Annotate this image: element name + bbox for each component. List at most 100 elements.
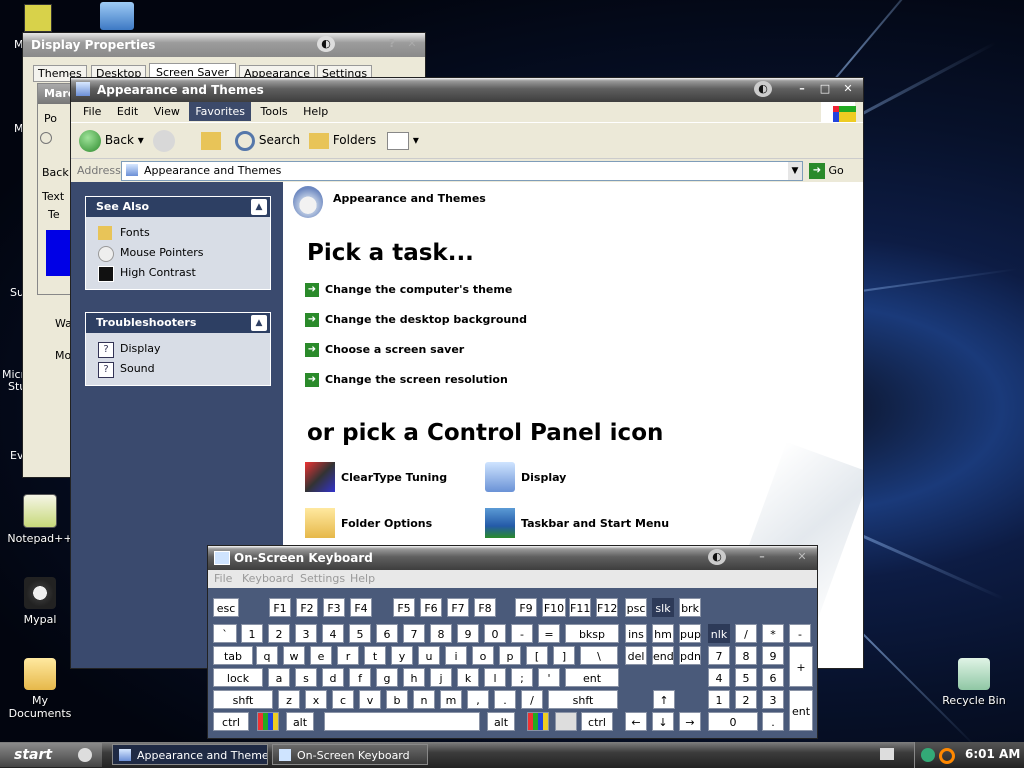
osk-key[interactable]: v [359, 690, 381, 709]
osk-key[interactable]: ] [553, 646, 575, 665]
see-also-header[interactable]: See Also ▲ [86, 197, 270, 217]
osk-key[interactable]: 4 [708, 668, 730, 687]
osk-menu-settings[interactable]: Settings [300, 572, 345, 585]
troubleshooter-sound[interactable]: ? Sound [86, 359, 270, 379]
network-icon[interactable] [921, 748, 935, 762]
osk-key[interactable]: ← [625, 712, 647, 731]
osk-titlebar[interactable]: On-Screen Keyboard ◐ – ✕ [208, 546, 817, 570]
osk-key[interactable]: y [391, 646, 413, 665]
my-computer-icon[interactable] [100, 2, 134, 30]
osk-key[interactable]: 9 [762, 646, 784, 665]
display-properties-titlebar[interactable]: Display Properties ◐ ? ✕ [23, 33, 425, 57]
minimize-button[interactable]: – [753, 549, 771, 565]
keyboard-tray-icon[interactable] [880, 748, 894, 760]
task-change-resolution[interactable]: ➜ Change the screen resolution [305, 372, 508, 388]
cpl-display[interactable]: Display [485, 462, 566, 494]
windows-key-icon[interactable] [527, 712, 549, 731]
go-button[interactable]: ➜ Go [809, 162, 844, 180]
troubleshooter-display[interactable]: ? Display [86, 339, 270, 359]
osk-key[interactable]: → [679, 712, 701, 731]
minimize-globe-icon[interactable]: ◐ [317, 36, 335, 52]
osk-key[interactable]: F4 [350, 598, 372, 617]
close-button[interactable]: ✕ [793, 549, 811, 565]
osk-key[interactable]: 7 [403, 624, 425, 643]
menu-favorites[interactable]: Favorites [189, 102, 252, 121]
chevron-down-icon[interactable]: ▼ [788, 162, 802, 180]
desktop-icon-notepadpp[interactable]: Notepad++ [0, 494, 80, 545]
search-button[interactable]: Search [235, 127, 300, 153]
osk-key[interactable]: g [376, 668, 398, 687]
osk-key[interactable]: ent [565, 668, 619, 687]
osk-key[interactable]: 4 [322, 624, 344, 643]
troubleshooters-header[interactable]: Troubleshooters ▲ [86, 313, 270, 333]
osk-key[interactable]: , [467, 690, 489, 709]
osk-key[interactable]: 1 [241, 624, 263, 643]
osk-spacebar[interactable] [324, 712, 480, 731]
osk-key[interactable]: tab [213, 646, 253, 665]
osk-key[interactable]: F2 [296, 598, 318, 617]
osk-key[interactable]: c [332, 690, 354, 709]
osk-key[interactable]: ; [511, 668, 533, 687]
minimize-button[interactable]: – [793, 81, 811, 97]
osk-key[interactable]: n [413, 690, 435, 709]
osk-key[interactable]: F8 [474, 598, 496, 617]
views-button[interactable]: ▾ [387, 127, 419, 153]
osk-key[interactable]: end [652, 646, 674, 665]
osk-key[interactable]: h [403, 668, 425, 687]
help-button[interactable]: ? [383, 36, 401, 52]
osk-key[interactable]: ' [538, 668, 560, 687]
osk-key[interactable]: u [418, 646, 440, 665]
osk-key[interactable]: pdn [679, 646, 701, 665]
osk-key[interactable]: f [349, 668, 371, 687]
osk-key[interactable]: 8 [735, 646, 757, 665]
cpl-folder-options[interactable]: Folder Options [305, 508, 432, 540]
osk-key[interactable]: 5 [349, 624, 371, 643]
desktop-icon-recycle-bin[interactable]: Recycle Bin [934, 658, 1014, 707]
osk-key[interactable]: a [268, 668, 290, 687]
osk-key[interactable]: p [499, 646, 521, 665]
osk-key[interactable]: shft [548, 690, 618, 709]
osk-key[interactable]: ins [625, 624, 647, 643]
see-also-mouse-pointers[interactable]: Mouse Pointers [86, 243, 270, 263]
osk-key[interactable]: \ [580, 646, 618, 665]
osk-key[interactable]: 6 [762, 668, 784, 687]
osk-key[interactable]: / [735, 624, 757, 643]
osk-key[interactable]: bksp [565, 624, 619, 643]
osk-key[interactable]: 2 [268, 624, 290, 643]
osk-menu-help[interactable]: Help [350, 572, 375, 585]
osk-key[interactable]: 2 [735, 690, 757, 709]
osk-key[interactable]: ent [789, 690, 813, 731]
osk-key[interactable]: b [386, 690, 408, 709]
menu-edit[interactable]: Edit [111, 102, 144, 121]
osk-key[interactable]: F11 [569, 598, 591, 617]
desktop-icon-mypal[interactable]: Mypal [0, 577, 80, 626]
explorer-titlebar[interactable]: Appearance and Themes ◐ – □ ✕ [71, 78, 863, 102]
osk-key[interactable]: m [440, 690, 462, 709]
osk-key[interactable]: = [538, 624, 560, 643]
osk-key[interactable]: lock [213, 668, 263, 687]
task-change-background[interactable]: ➜ Change the desktop background [305, 312, 527, 328]
globe-button-icon[interactable]: ◐ [754, 81, 772, 97]
search-tray-icon[interactable] [939, 748, 955, 764]
osk-key[interactable]: 0 [708, 712, 758, 731]
osk-key[interactable]: . [762, 712, 784, 731]
desktop-icon-my-documents[interactable]: My Documents [0, 658, 80, 720]
osk-key[interactable]: F5 [393, 598, 415, 617]
osk-key[interactable]: x [305, 690, 327, 709]
on-screen-keyboard-window[interactable]: On-Screen Keyboard ◐ – ✕ File Keyboard S… [207, 545, 818, 739]
cpl-cleartype-tuning[interactable]: ClearType Tuning [305, 462, 447, 494]
osk-key[interactable]: del [625, 646, 647, 665]
osk-key[interactable]: / [521, 690, 543, 709]
close-button[interactable]: ✕ [839, 81, 857, 97]
address-input[interactable]: Appearance and Themes ▼ [121, 161, 803, 181]
osk-key[interactable]: + [789, 646, 813, 687]
osk-key[interactable]: ctrl [581, 712, 613, 731]
osk-key[interactable]: ` [213, 624, 237, 643]
osk-key[interactable]: 7 [708, 646, 730, 665]
osk-key[interactable]: * [762, 624, 784, 643]
osk-key[interactable]: F9 [515, 598, 537, 617]
globe-button-icon[interactable]: ◐ [708, 549, 726, 565]
osk-key[interactable]: s [295, 668, 317, 687]
osk-key[interactable]: - [789, 624, 811, 643]
forward-button[interactable] [153, 127, 175, 153]
